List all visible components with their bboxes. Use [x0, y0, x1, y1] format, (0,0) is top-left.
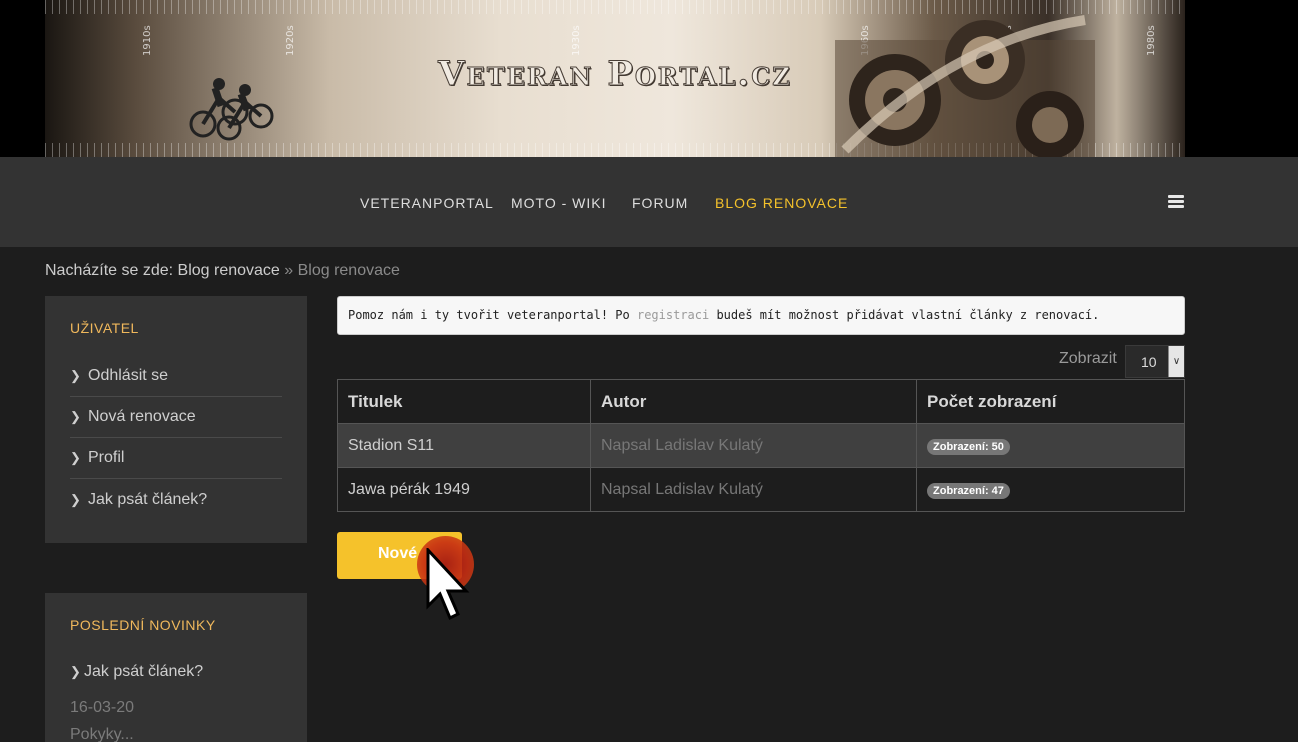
- news-item-link[interactable]: ❯ Jak psát článek?: [70, 663, 203, 681]
- sidebar-item-label: Odhlásit se: [88, 367, 169, 384]
- sidebar-item-label: Profil: [88, 449, 125, 466]
- chevron-right-icon: ❯: [70, 409, 81, 424]
- breadcrumb-separator: »: [279, 262, 298, 279]
- row-title[interactable]: Stadion S11: [337, 423, 591, 468]
- column-header-author[interactable]: Autor: [590, 379, 917, 424]
- decade-label: 1930s: [571, 25, 582, 56]
- views-badge: Zobrazení: 50: [927, 438, 1010, 455]
- decade-label: 1920s: [285, 25, 296, 56]
- sidebar-item-how-to-write[interactable]: ❯ Jak psát článek?: [70, 479, 282, 520]
- nav-item-forum[interactable]: FORUM: [632, 195, 688, 211]
- show-count-label: Zobrazit: [1059, 350, 1117, 367]
- breadcrumb-prefix: Nacházíte se zde:: [45, 262, 178, 279]
- show-count-value: 10: [1141, 354, 1157, 370]
- site-logo-title[interactable]: Veteran Portal.cz: [45, 54, 1185, 95]
- mouse-cursor-icon: [426, 548, 470, 621]
- blog-table: Titulek Autor Počet zobrazení Stadion S1…: [337, 379, 1185, 512]
- latest-news-title: POSLEDNÍ NOVINKY: [70, 617, 216, 633]
- table-row[interactable]: Jawa pérák 1949 Napsal Ladislav Kulatý Z…: [337, 467, 1185, 512]
- views-badge: Zobrazení: 47: [927, 482, 1010, 499]
- chevron-down-icon[interactable]: ∨: [1168, 346, 1184, 377]
- row-title[interactable]: Jawa pérák 1949: [337, 467, 591, 512]
- sidebar-item-logout[interactable]: ❯ Odhlásit se: [70, 356, 282, 397]
- sidebar-item-new-renovation[interactable]: ❯ Nová renovace: [70, 397, 282, 438]
- row-author: Napsal Ladislav Kulatý: [590, 467, 917, 512]
- notice-text-before: Pomoz nám i ty tvořit veteranportal! Po: [348, 308, 637, 322]
- user-widget-title: UŽIVATEL: [70, 320, 139, 336]
- main-navigation: VETERANPORTAL MOTO - WIKI FORUM BLOG REN…: [0, 157, 1298, 247]
- registration-notice: Pomoz nám i ty tvořit veteranportal! Po …: [337, 296, 1185, 335]
- breadcrumb-link[interactable]: Blog renovace: [178, 262, 280, 279]
- chevron-right-icon: ❯: [70, 664, 81, 679]
- sidebar-item-label: Jak psát článek?: [88, 490, 208, 508]
- news-item-label: Jak psát článek?: [84, 663, 204, 680]
- row-views: Zobrazení: 47: [916, 467, 1185, 512]
- column-header-title[interactable]: Titulek: [337, 379, 591, 424]
- sidebar-item-profile[interactable]: ❯ Profil: [70, 438, 282, 479]
- chevron-right-icon: ❯: [70, 368, 81, 383]
- nav-item-veteranportal[interactable]: VETERANPORTAL: [360, 195, 494, 211]
- nav-item-blog-renovace[interactable]: BLOG RENOVACE: [715, 195, 848, 211]
- site-header: 1910s 1920s 1930s 1960s 1970s 1980s: [0, 0, 1298, 157]
- sidebar-item-label: Nová renovace: [88, 408, 196, 425]
- decade-label: 1980s: [1146, 25, 1157, 56]
- hamburger-icon[interactable]: [1168, 195, 1184, 209]
- row-author: Napsal Ladislav Kulatý: [590, 423, 917, 468]
- user-widget: UŽIVATEL ❯ Odhlásit se ❯ Nová renovace ❯ Pr…: [45, 296, 307, 543]
- registration-link[interactable]: registraci: [637, 308, 709, 322]
- row-views: Zobrazení: 50: [916, 423, 1185, 468]
- column-header-views[interactable]: Počet zobrazení: [916, 379, 1185, 424]
- news-date: 16-03-20: [70, 699, 135, 716]
- chevron-right-icon: ❯: [70, 491, 81, 507]
- chevron-right-icon: ❯: [70, 450, 81, 465]
- notice-text-after: budeš mít možnost přidávat vlastní článk…: [709, 308, 1100, 322]
- table-row[interactable]: Stadion S11 Napsal Ladislav Kulatý Zobra…: [337, 423, 1185, 468]
- user-menu: ❯ Odhlásit se ❯ Nová renovace ❯ Profil ❯ Jak…: [70, 356, 282, 520]
- breadcrumb: Nacházíte se zde: Blog renovace » Blog r…: [45, 262, 400, 280]
- table-header-row: Titulek Autor Počet zobrazení: [337, 379, 1185, 424]
- news-snippet: Pokyky...: [70, 726, 134, 742]
- banner-image[interactable]: 1910s 1920s 1930s 1960s 1970s 1980s: [45, 0, 1185, 157]
- breadcrumb-current: Blog renovace: [297, 262, 400, 279]
- decade-label: 1910s: [142, 25, 153, 56]
- nav-item-moto-wiki[interactable]: MOTO - WIKI: [511, 195, 607, 211]
- latest-news-widget: POSLEDNÍ NOVINKY ❯ Jak psát článek? 16-03…: [45, 593, 307, 742]
- show-count-select[interactable]: 10 ∨: [1125, 345, 1185, 378]
